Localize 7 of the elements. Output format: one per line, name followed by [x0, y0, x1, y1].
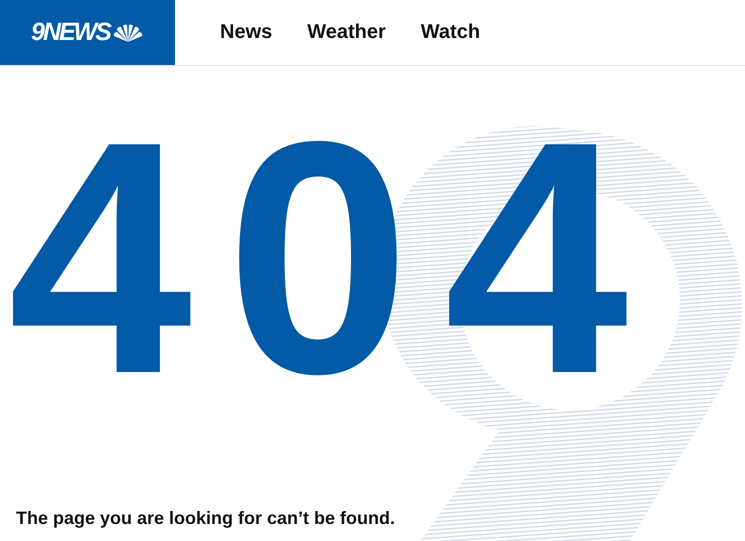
- nav-link[interactable]: News: [220, 21, 272, 44]
- nav-link[interactable]: Weather: [307, 21, 386, 44]
- peacock-icon: [112, 24, 144, 42]
- nav-link[interactable]: Watch: [420, 21, 480, 44]
- error-message: The page you are looking for can’t be found.: [16, 508, 396, 530]
- error-code: 404: [8, 138, 662, 378]
- logo-link[interactable]: 9NEWS: [0, 0, 175, 65]
